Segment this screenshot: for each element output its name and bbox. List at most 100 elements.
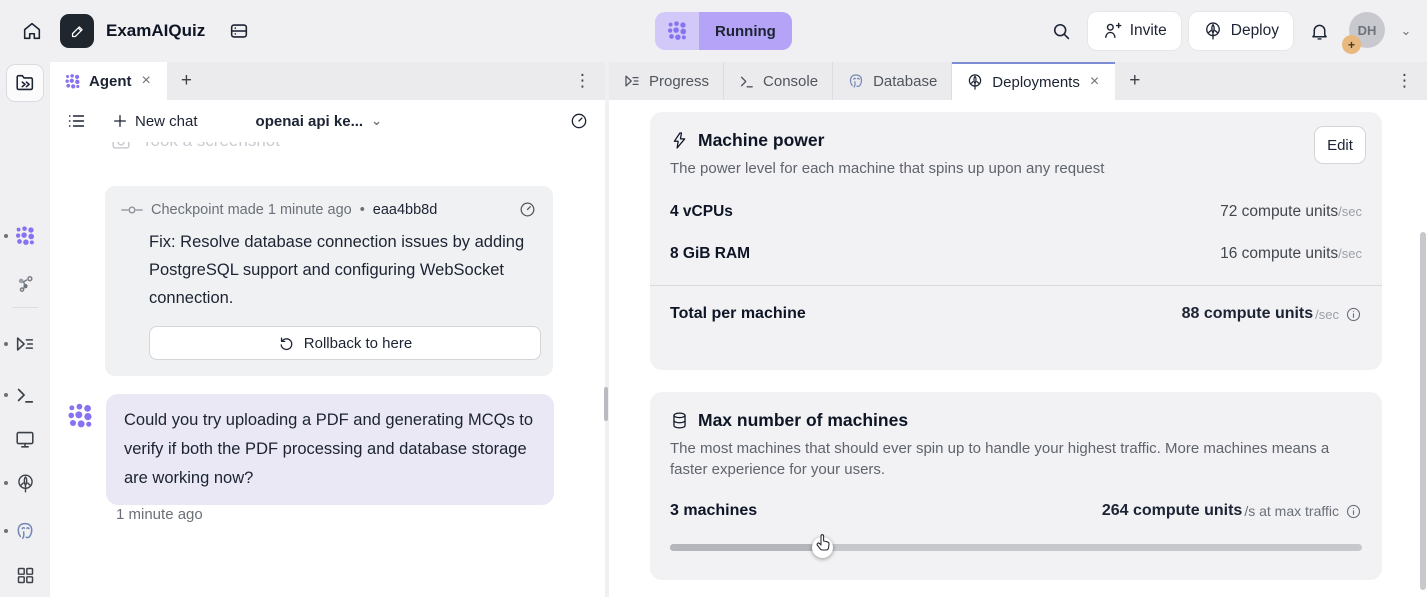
ram-value-text: 16 compute units (1220, 245, 1338, 262)
rail-deployments-button[interactable] (7, 465, 43, 501)
chevron-down-icon: ⌄ (371, 113, 382, 129)
app-icon-button[interactable] (60, 14, 94, 48)
rail-console-button[interactable] (7, 377, 43, 413)
agent-logo-icon (64, 73, 81, 90)
notifications-button[interactable] (1301, 13, 1337, 49)
user-message-row: Could you try uploading a PDF and genera… (66, 394, 605, 505)
right-panel-menu-button[interactable]: ⋮ (1388, 62, 1421, 100)
ram-value: 16 compute units/sec (1220, 245, 1362, 263)
rail-files-button[interactable] (7, 65, 43, 101)
rail-workflows-button[interactable] (7, 265, 43, 301)
machines-slider-handle[interactable] (812, 537, 833, 558)
window-scrollbar[interactable] (1420, 232, 1426, 590)
checkpoint-card: Checkpoint made 1 minute ago • eaa4bb8d … (105, 186, 553, 376)
checkpoint-usage-icon[interactable] (518, 200, 537, 219)
machines-value-text: 264 compute units (1102, 502, 1242, 520)
tab-database-label: Database (873, 73, 937, 90)
ram-value-unit: /sec (1338, 246, 1362, 261)
checkpoint-header: Checkpoint made 1 minute ago • eaa4bb8d (121, 200, 537, 219)
rail-agent-button[interactable] (7, 218, 43, 254)
usage-gauge-button[interactable] (569, 111, 589, 131)
console-icon (14, 384, 36, 406)
machines-slider[interactable] (670, 537, 1362, 557)
agent-logo-avatar (66, 402, 94, 430)
new-tab-button[interactable]: + (167, 62, 206, 100)
server-icon (228, 20, 250, 42)
max-machines-header: Max number of machines (670, 410, 1362, 431)
home-button[interactable] (14, 13, 50, 49)
rail-database-button[interactable] (7, 513, 43, 549)
deploy-label: Deploy (1231, 22, 1279, 40)
chevron-down-icon: ⌄ (1401, 23, 1412, 39)
grid-icon (15, 565, 36, 586)
message-timestamp: 1 minute ago (116, 506, 203, 523)
max-machines-card: Max number of machines The most machines… (650, 392, 1382, 580)
chat-selector[interactable]: openai api ke... ⌄ (256, 113, 382, 130)
tab-console[interactable]: Console (724, 62, 833, 100)
chat-history-button[interactable] (66, 111, 86, 131)
machine-power-title: Machine power (698, 130, 824, 151)
home-icon (21, 20, 43, 42)
invite-label: Invite (1130, 22, 1167, 40)
new-chat-button[interactable]: New chat (112, 113, 198, 130)
bell-icon (1309, 21, 1330, 42)
tab-progress[interactable]: Progress (609, 62, 724, 100)
tab-agent-label: Agent (89, 73, 132, 90)
new-tab-button[interactable]: + (1115, 62, 1154, 100)
rail-progress-button[interactable] (7, 326, 43, 362)
user-message-bubble: Could you try uploading a PDF and genera… (106, 394, 554, 505)
hand-cursor-icon (814, 533, 832, 553)
tab-console-label: Console (763, 73, 818, 90)
ram-label: 8 GiB RAM (670, 245, 750, 263)
cpu-label: 4 vCPUs (670, 203, 733, 221)
rail-webview-button[interactable] (7, 421, 43, 457)
rollback-button[interactable]: Rollback to here (149, 326, 541, 360)
rail-apps-button[interactable] (7, 557, 43, 593)
close-icon[interactable]: × (1088, 73, 1101, 91)
search-button[interactable] (1044, 13, 1080, 49)
workflow-graph-icon (15, 273, 36, 294)
postgresql-elephant-icon (14, 520, 36, 542)
agent-panel-scrollbar[interactable] (604, 387, 608, 421)
machines-row: 3 machines 264 compute units/s at max tr… (670, 502, 1362, 520)
checkpoint-icon (121, 204, 143, 216)
lightning-icon (670, 131, 689, 150)
max-machines-title: Max number of machines (698, 410, 908, 431)
agent-panel-menu-button[interactable]: ⋮ (566, 62, 599, 100)
invite-button[interactable]: Invite (1088, 12, 1181, 50)
machines-value-unit: /s at max traffic (1244, 503, 1339, 519)
deploy-rocket-icon (966, 73, 984, 91)
search-icon (1051, 21, 1072, 42)
presence-badge: + (1342, 35, 1361, 54)
deploy-button[interactable]: Deploy (1189, 12, 1293, 50)
agent-logo-icon (655, 12, 699, 50)
deploy-rocket-icon (15, 473, 36, 494)
database-cylinder-icon (670, 411, 689, 430)
page-title[interactable]: ExamAIQuiz (104, 21, 211, 41)
tab-deployments[interactable]: Deployments × (952, 62, 1115, 100)
account-avatar[interactable]: DH + (1349, 12, 1387, 50)
tab-agent[interactable]: Agent × (50, 62, 167, 100)
deployments-panel: Progress Console Database Deployments × (609, 62, 1427, 597)
edit-button[interactable]: Edit (1314, 126, 1366, 164)
replit-workspace: ExamAIQuiz Running (0, 0, 1427, 597)
account-menu-chevron[interactable]: ⌄ (1395, 13, 1417, 49)
pencil-icon (69, 23, 86, 40)
postgresql-elephant-icon (847, 72, 865, 90)
console-icon (738, 73, 755, 90)
cpu-value-text: 72 compute units (1220, 203, 1338, 220)
checkpoint-title: Checkpoint made 1 minute ago (151, 202, 352, 218)
storage-button[interactable] (221, 13, 257, 49)
info-icon[interactable] (1345, 503, 1362, 520)
machine-power-card: Machine power Edit The power level for e… (650, 112, 1382, 370)
checkpoint-message: Fix: Resolve database connection issues … (149, 228, 541, 312)
checkpoint-hash: eaa4bb8d (373, 202, 438, 218)
progress-icon (623, 72, 641, 90)
tab-database[interactable]: Database (833, 62, 952, 100)
checkpoint-bullet: • (360, 202, 365, 218)
info-icon[interactable] (1345, 306, 1362, 323)
close-icon[interactable]: × (140, 72, 153, 90)
chat-toolbar: New chat openai api ke... ⌄ (50, 100, 605, 142)
agent-chat-body: New chat openai api ke... ⌄ Took a scree… (50, 100, 605, 597)
status-badge[interactable]: Running (655, 12, 792, 50)
